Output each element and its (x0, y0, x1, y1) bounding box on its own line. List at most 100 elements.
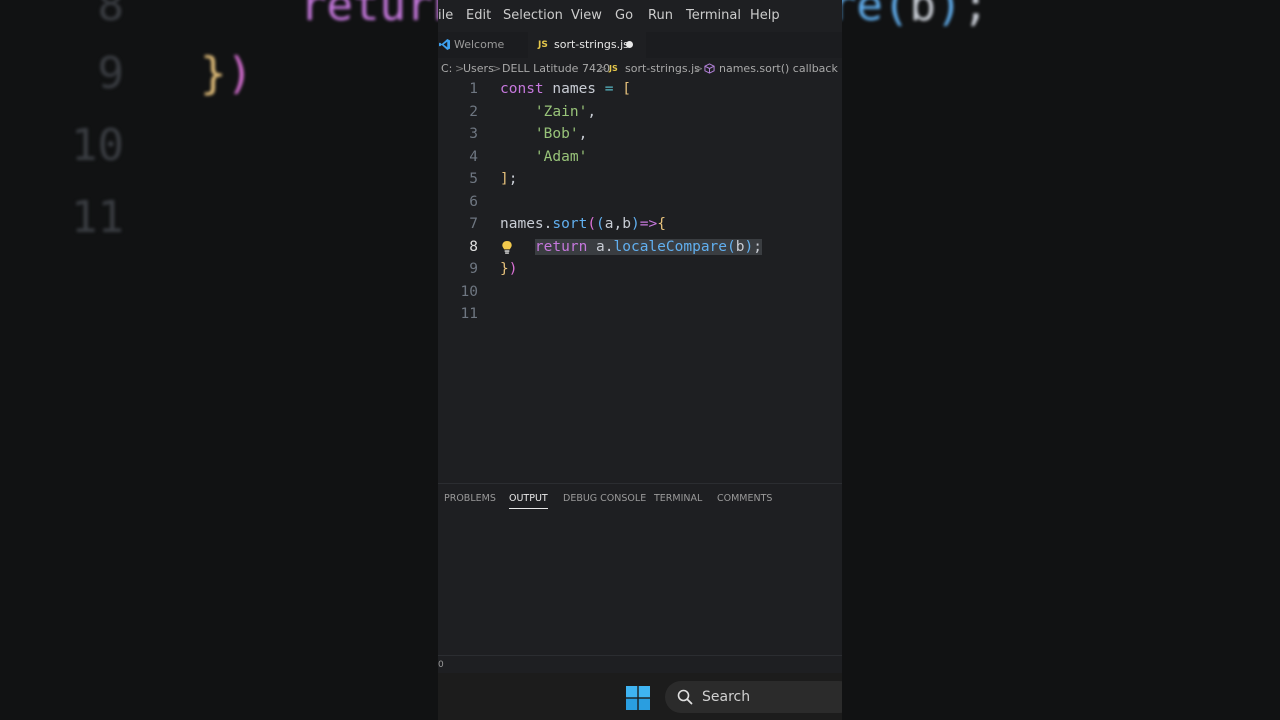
line-number: 9 (469, 261, 478, 277)
bg-line-number: 8 (97, 0, 125, 31)
menu-file[interactable]: ile (438, 0, 453, 32)
line-number: 8 (469, 238, 478, 255)
code-text: return a.localeCompare(b); (500, 236, 762, 259)
code-token: ) (508, 261, 518, 277)
tab-output[interactable]: OUTPUT (509, 484, 548, 509)
code-token: localeCompare (613, 238, 728, 255)
search-label: Search (702, 689, 751, 705)
tab-welcome[interactable]: Welcome (438, 32, 528, 58)
line-number: 1 (469, 81, 478, 97)
menu-edit[interactable]: Edit (466, 0, 491, 32)
vscode-window: ile Edit Selection View Go Run Terminal … (438, 0, 842, 720)
bottom-panel: PROBLEMS OUTPUT DEBUG CONSOLE TERMINAL C… (438, 483, 842, 656)
code-line[interactable]: 11 (438, 303, 842, 326)
code-token: 'Zain' (534, 103, 588, 120)
menu-selection[interactable]: Selection (503, 0, 563, 32)
code-token: } (500, 261, 509, 277)
code-line[interactable]: 3 'Bob', (438, 123, 842, 146)
code-token: ) (744, 238, 754, 255)
code-token: { (657, 216, 666, 232)
code-line[interactable]: 6 (438, 191, 842, 214)
code-line[interactable]: 1 const names = [ (438, 78, 842, 101)
code-token: } (200, 48, 227, 99)
menu-view[interactable]: View (571, 0, 602, 32)
windows-taskbar: Search (438, 673, 842, 720)
code-line[interactable]: 8 return a.localeCompare(b); (438, 236, 842, 259)
code-line[interactable]: 7 names.sort((a,b)=>{ (438, 213, 842, 236)
code-token: return (534, 238, 588, 255)
code-token: = (604, 81, 614, 97)
code-token: , (578, 126, 588, 142)
code-token: return (300, 0, 459, 31)
code-token: ; (753, 238, 762, 255)
breadcrumb-users[interactable]: Users (463, 58, 494, 80)
line-number: 7 (469, 216, 478, 232)
taskbar-search-box[interactable]: Search (665, 681, 842, 713)
breadcrumb-file[interactable]: sort-strings.js (625, 58, 700, 80)
code-line[interactable]: 4 'Adam' (438, 146, 842, 169)
menu-run[interactable]: Run (648, 0, 673, 32)
unsaved-dot-icon[interactable] (626, 41, 633, 48)
code-text: const names = [ (500, 78, 631, 101)
code-token: ( (727, 238, 736, 255)
line-number: 6 (469, 193, 478, 210)
code-token: ) (935, 0, 963, 31)
code-token: ; (962, 0, 989, 31)
code-token: ] (500, 171, 509, 187)
tab-problems[interactable]: PROBLEMS (444, 484, 496, 514)
code-token: names (543, 81, 605, 97)
bg-line-number: 10 (71, 120, 124, 171)
menu-bar: ile Edit Selection View Go Run Terminal … (438, 0, 842, 32)
code-editor[interactable]: 1 const names = [2 'Zain', 3 'Bob', 4 'Adam… (438, 78, 842, 322)
method-cube-icon (704, 63, 715, 74)
code-token: ( (882, 0, 910, 31)
code-line[interactable]: 5]; (438, 168, 842, 191)
breadcrumb-user-folder[interactable]: DELL Latitude 7420 (502, 58, 610, 80)
code-line[interactable]: 2 'Zain', (438, 101, 842, 124)
code-token: names. (500, 216, 553, 232)
line-number: 4 (469, 148, 478, 165)
code-token: a. (587, 238, 614, 255)
line-number: 10 (460, 283, 478, 300)
js-file-icon: JS (538, 40, 548, 50)
bg-code: }) (200, 38, 253, 110)
chevron-right-icon: > (598, 62, 608, 75)
code-token: => (639, 216, 658, 232)
code-line[interactable]: 10 (438, 281, 842, 304)
code-token: const (500, 81, 544, 97)
line-number: 11 (460, 306, 478, 322)
code-text: }) (500, 258, 517, 281)
line-number: 3 (469, 126, 478, 142)
code-token: 'Adam' (534, 148, 588, 165)
code-text: ]; (500, 168, 517, 191)
tab-debug-console[interactable]: DEBUG CONSOLE (563, 484, 646, 514)
line-number: 2 (469, 103, 478, 120)
tab-comments[interactable]: COMMENTS (717, 484, 772, 514)
windows-start-icon[interactable] (626, 686, 650, 710)
vscode-icon (439, 39, 450, 50)
code-text: names.sort((a,b)=>{ (500, 213, 666, 236)
code-token: b (909, 0, 936, 31)
menu-terminal[interactable]: Terminal (686, 0, 741, 32)
breadcrumb-symbol[interactable]: names.sort() callback (719, 58, 838, 80)
code-text: 'Zain', (500, 101, 596, 124)
tab-label: Welcome (454, 38, 505, 51)
code-token: 'Bob' (534, 126, 579, 142)
breadcrumb-drive[interactable]: C: (441, 58, 452, 80)
search-icon (677, 689, 693, 705)
tab-label: sort-strings.js (554, 38, 629, 51)
status-item[interactable]: 0 (438, 656, 444, 674)
code-text: 'Adam' (500, 146, 587, 169)
status-bar: 0 (438, 655, 842, 674)
menu-go[interactable]: Go (615, 0, 633, 32)
menu-help[interactable]: Help (750, 0, 780, 32)
code-line[interactable]: 9}) (438, 258, 842, 281)
tab-sort-strings[interactable]: JS sort-strings.js (528, 32, 646, 58)
code-token: , (587, 103, 597, 120)
tab-terminal[interactable]: TERMINAL (654, 484, 702, 514)
code-token: [ (622, 81, 631, 97)
